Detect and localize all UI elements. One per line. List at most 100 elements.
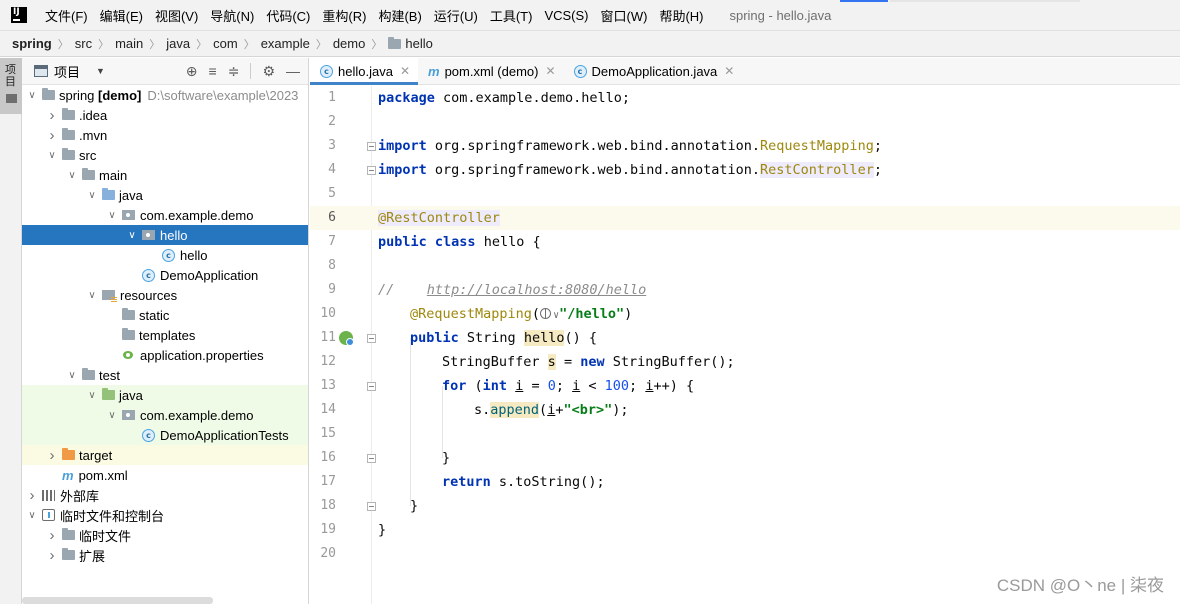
- chevron-right-icon[interactable]: ›: [46, 107, 58, 124]
- close-icon[interactable]: ✕: [400, 64, 410, 78]
- tree-item[interactable]: › 外部库: [22, 485, 308, 505]
- breadcrumb-item-com[interactable]: com: [213, 36, 238, 51]
- tree-item[interactable]: ∨ src: [22, 145, 308, 165]
- library-icon: [42, 489, 55, 501]
- fold-marker-icon[interactable]: [367, 166, 376, 175]
- menu-code[interactable]: 代码(C): [260, 6, 316, 25]
- tree-item[interactable]: ∨ 临时文件和控制台: [22, 505, 308, 525]
- intellij-logo-icon[interactable]: [11, 7, 27, 23]
- chevron-down-icon[interactable]: ∨: [46, 150, 58, 161]
- breadcrumb-item-java[interactable]: java: [166, 36, 190, 51]
- tree-item[interactable]: ∨ test: [22, 365, 308, 385]
- globe-icon[interactable]: [540, 308, 552, 319]
- fold-marker-icon[interactable]: [367, 502, 376, 511]
- project-path-hint: D:\software\example\2023: [147, 87, 299, 103]
- hide-panel-icon[interactable]: —: [286, 64, 300, 78]
- chevron-right-icon: 〉: [243, 38, 255, 51]
- tree-item[interactable]: ∨ spring [demo] D:\software\example\2023: [22, 85, 308, 105]
- chevron-down-icon[interactable]: ∨: [86, 190, 98, 201]
- collapse-all-icon[interactable]: ≑: [228, 64, 240, 78]
- menu-view[interactable]: 视图(V): [149, 6, 204, 25]
- breadcrumb-item-src[interactable]: src: [75, 36, 92, 51]
- tree-item[interactable]: static: [22, 305, 308, 325]
- tree-item[interactable]: › 扩展: [22, 545, 308, 565]
- chevron-down-icon[interactable]: ∨: [86, 290, 98, 301]
- fold-marker-icon[interactable]: [367, 334, 376, 343]
- line-number: 15: [320, 426, 336, 441]
- line-number: 6: [328, 210, 336, 225]
- tab-hello-java[interactable]: c hello.java ✕: [310, 58, 418, 85]
- chevron-down-icon[interactable]: ∨: [66, 370, 78, 381]
- menu-run[interactable]: 运行(U): [428, 6, 484, 25]
- tree-item[interactable]: ∨ com.example.demo: [22, 205, 308, 225]
- menu-build[interactable]: 构建(B): [372, 6, 427, 25]
- tab-demo-application[interactable]: c DemoApplication.java ✕: [564, 58, 743, 84]
- expand-all-icon[interactable]: ≡: [209, 64, 217, 78]
- menu-tools[interactable]: 工具(T): [484, 6, 539, 25]
- fold-marker-icon[interactable]: [367, 454, 376, 463]
- tree-item[interactable]: m pom.xml: [22, 465, 308, 485]
- menu-refactor[interactable]: 重构(R): [316, 6, 372, 25]
- locate-file-icon[interactable]: ⊕: [186, 64, 198, 78]
- project-panel-header: 项目 ▼ ⊕ ≡ ≑ ⚙ —: [22, 58, 308, 85]
- chevron-down-icon[interactable]: ∨: [106, 210, 118, 221]
- editor-tab-bar: c hello.java ✕ m pom.xml (demo) ✕ c Demo…: [310, 58, 1180, 85]
- chevron-right-icon[interactable]: ›: [46, 527, 58, 544]
- tree-item[interactable]: ∨ main: [22, 165, 308, 185]
- chevron-down-icon[interactable]: ∨: [66, 170, 78, 181]
- close-icon[interactable]: ✕: [724, 64, 734, 78]
- tree-item[interactable]: ∨ resources: [22, 285, 308, 305]
- chevron-down-icon[interactable]: ∨: [26, 90, 38, 101]
- chevron-right-icon[interactable]: ›: [46, 447, 58, 464]
- chevron-down-icon[interactable]: ▼: [96, 66, 105, 76]
- tree-item[interactable]: ∨ java: [22, 385, 308, 405]
- menu-file[interactable]: 文件(F): [39, 6, 94, 25]
- tree-item[interactable]: ∨ hello: [22, 225, 308, 245]
- tree-item[interactable]: ∨ com.example.demo: [22, 405, 308, 425]
- tree-item-label: 临时文件和控制台: [60, 508, 165, 524]
- tree-item[interactable]: ∨ java: [22, 185, 308, 205]
- fold-marker-icon[interactable]: [367, 382, 376, 391]
- code-line: 10 @RequestMapping(∨"/hello"): [310, 302, 1180, 326]
- tree-item[interactable]: › .mvn: [22, 125, 308, 145]
- code-editor[interactable]: 1 package com.example.demo.hello; 2 3 im…: [310, 86, 1180, 604]
- tree-item[interactable]: templates: [22, 325, 308, 345]
- breadcrumb-item-spring[interactable]: spring: [12, 36, 52, 51]
- chevron-down-icon[interactable]: ∨: [126, 230, 138, 241]
- tree-item-label: 临时文件: [79, 528, 132, 544]
- menu-help[interactable]: 帮助(H): [653, 6, 709, 25]
- project-tool-window-tab[interactable]: 项目: [0, 58, 22, 114]
- tree-item-label: java: [119, 387, 143, 403]
- fold-marker-icon[interactable]: [367, 142, 376, 151]
- close-icon[interactable]: ✕: [545, 64, 555, 78]
- chevron-right-icon[interactable]: ›: [46, 127, 58, 144]
- comment-url-link[interactable]: http://localhost:8080/hello: [427, 282, 646, 298]
- chevron-right-icon[interactable]: ›: [26, 487, 38, 504]
- chevron-down-icon[interactable]: ∨: [106, 410, 118, 421]
- tree-item[interactable]: › .idea: [22, 105, 308, 125]
- menu-vcs[interactable]: VCS(S): [538, 8, 594, 23]
- chevron-right-icon[interactable]: ›: [46, 547, 58, 564]
- menu-navigate[interactable]: 导航(N): [204, 6, 260, 25]
- tree-item[interactable]: c DemoApplicationTests: [22, 425, 308, 445]
- chevron-down-icon[interactable]: ∨: [86, 390, 98, 401]
- breadcrumb-item-main[interactable]: main: [115, 36, 143, 51]
- breadcrumb-item-demo[interactable]: demo: [333, 36, 366, 51]
- tree-item[interactable]: c hello: [22, 245, 308, 265]
- tab-pom-xml[interactable]: m pom.xml (demo) ✕: [418, 58, 564, 84]
- project-panel-title[interactable]: 项目: [54, 62, 80, 81]
- menu-window[interactable]: 窗口(W): [595, 6, 654, 25]
- breadcrumb-item-hello[interactable]: hello: [405, 36, 432, 51]
- tree-item[interactable]: application.properties: [22, 345, 308, 365]
- chevron-down-icon[interactable]: ∨: [26, 510, 38, 521]
- breadcrumb-item-example[interactable]: example: [261, 36, 310, 51]
- gear-icon[interactable]: ⚙: [262, 64, 275, 78]
- horizontal-scrollbar[interactable]: [22, 597, 213, 604]
- maven-icon: m: [428, 63, 440, 79]
- folder-icon: [122, 308, 135, 320]
- tree-item[interactable]: › 临时文件: [22, 525, 308, 545]
- menu-edit[interactable]: 编辑(E): [94, 6, 149, 25]
- spring-mapping-gutter-icon[interactable]: [339, 331, 354, 346]
- tree-item[interactable]: c DemoApplication: [22, 265, 308, 285]
- tree-item[interactable]: › target: [22, 445, 308, 465]
